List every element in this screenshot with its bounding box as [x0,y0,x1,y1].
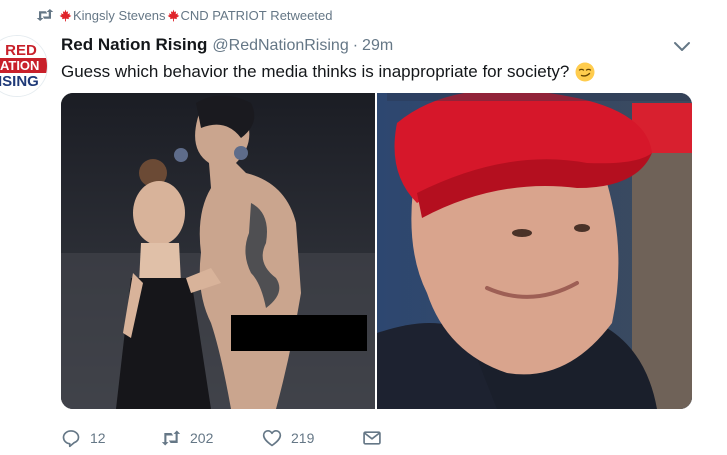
maple-leaf-icon [59,9,72,21]
retweet-context: Kingsly Stevens CND PATRIOT Retweeted [36,5,332,25]
svg-text:RED: RED [5,42,37,59]
separator-dot: · [352,37,359,54]
svg-text:RISING: RISING [0,73,39,90]
tweet-text: Guess which behavior the media thinks is… [61,62,595,82]
heart-icon [262,430,282,447]
retweeter-one-link[interactable]: Kingsly Stevens [73,8,166,23]
author-username[interactable]: @RedNationRising [212,37,348,55]
like-button[interactable]: 219 [262,428,362,448]
photo-left-image [61,93,375,409]
smirking-face-emoji-icon [575,62,595,82]
direct-message-button[interactable] [362,428,382,448]
avatar[interactable]: RED NATION RISING [0,35,48,97]
retweet-button[interactable]: 202 [161,428,262,448]
reply-icon [62,430,80,448]
retweet-icon [36,9,54,21]
reply-button[interactable]: 12 [61,428,161,448]
chevron-down-icon[interactable] [673,40,691,54]
retweet-count: 202 [190,430,214,446]
tweet-text-body: Guess which behavior the media thinks is… [61,62,570,81]
reply-count: 12 [90,430,106,446]
maple-leaf-icon [167,9,179,21]
tweet-header: Red Nation Rising @RedNationRising · 29m [61,35,393,55]
photo-left[interactable] [61,93,375,409]
media-grid [61,93,692,409]
retweeted-label: Retweeted [266,7,333,23]
tweet-timestamp[interactable]: 29m [362,37,393,55]
retweeter-two-link[interactable]: CND PATRIOT [181,8,267,23]
red-nation-rising-logo-icon: RED NATION RISING [0,36,47,96]
like-count: 219 [291,430,315,446]
envelope-icon [363,431,381,445]
photo-right[interactable] [377,93,692,409]
photo-right-image [377,93,692,409]
retweet-icon [161,430,181,446]
svg-text:NATION: NATION [0,58,39,73]
tweet-actions: 12 202 219 [61,428,382,448]
author-fullname[interactable]: Red Nation Rising [61,35,207,55]
tweet[interactable]: Kingsly Stevens CND PATRIOT Retweeted RE… [0,0,727,455]
